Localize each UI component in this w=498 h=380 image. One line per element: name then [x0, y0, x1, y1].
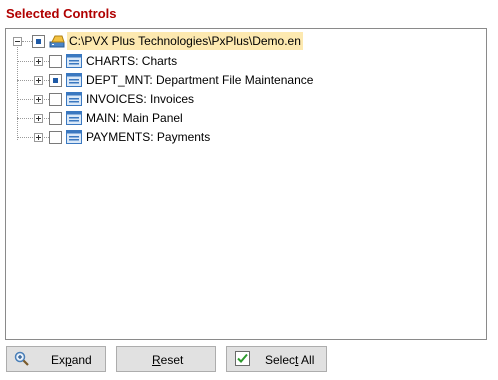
zoom-in-icon — [14, 351, 30, 370]
reset-button-label: Reset — [152, 353, 184, 367]
tree-item-checkbox[interactable] — [49, 131, 62, 144]
expand-toggle[interactable] — [34, 57, 43, 66]
tree-item-checkbox[interactable] — [49, 74, 62, 87]
expand-button[interactable]: Expand — [6, 346, 106, 372]
form-window-icon — [66, 111, 82, 125]
checkbox-root[interactable] — [32, 35, 45, 48]
tree-item-checkbox[interactable] — [49, 112, 62, 125]
expand-toggle[interactable] — [34, 133, 43, 142]
collapse-toggle-root[interactable] — [13, 37, 22, 46]
expand-toggle[interactable] — [34, 114, 43, 123]
tree-item-checkbox[interactable] — [49, 55, 62, 68]
tree-guide-line — [17, 45, 18, 140]
expand-toggle[interactable] — [34, 95, 43, 104]
controls-tree[interactable]: C:\PVX Plus Technologies\PxPlus\Demo.en … — [5, 28, 487, 340]
expand-button-label: Expand — [51, 353, 92, 367]
database-icon — [49, 34, 65, 48]
tree-root-label[interactable]: C:\PVX Plus Technologies\PxPlus\Demo.en — [67, 32, 303, 50]
tree-item-checkbox[interactable] — [49, 93, 62, 106]
tree-item-label[interactable]: PAYMENTS: Payments — [84, 128, 212, 146]
tree-item-label[interactable]: MAIN: Main Panel — [84, 109, 185, 127]
form-window-icon — [66, 73, 82, 87]
section-title: Selected Controls — [6, 6, 117, 21]
reset-button[interactable]: Reset — [116, 346, 216, 372]
tree-item-label[interactable]: INVOICES: Invoices — [84, 90, 196, 108]
form-window-icon — [66, 54, 82, 68]
select-all-button-label: Select All — [265, 353, 315, 367]
tree-item-label[interactable]: CHARTS: Charts — [84, 52, 179, 70]
form-window-icon — [66, 92, 82, 106]
select-all-button[interactable]: Select All — [226, 346, 327, 372]
tree-connector — [22, 41, 32, 42]
form-window-icon — [66, 130, 82, 144]
tree-item-label[interactable]: DEPT_MNT: Department File Maintenance — [84, 71, 315, 89]
expand-toggle[interactable] — [34, 76, 43, 85]
checkmark-icon — [235, 351, 250, 366]
